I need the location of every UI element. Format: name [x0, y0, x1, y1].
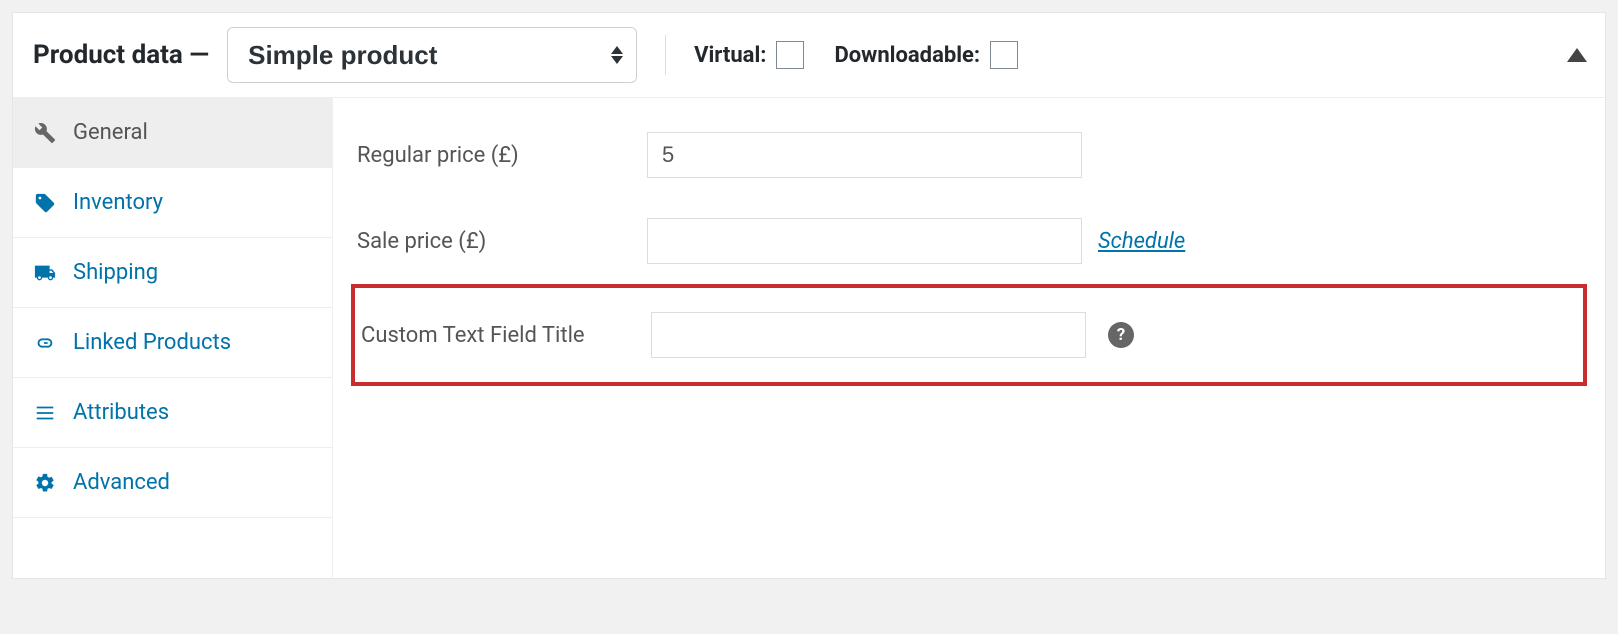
- panel-title: Product data —: [33, 40, 209, 70]
- product-type-select-wrap: Simple product: [227, 27, 637, 83]
- gear-icon: [33, 471, 57, 495]
- sale-price-aux: Schedule: [1098, 229, 1185, 254]
- custom-text-field-label: Custom Text Field Title: [361, 323, 651, 348]
- sidebar-item-shipping[interactable]: Shipping: [13, 238, 332, 308]
- downloadable-checkbox-group: Downloadable:: [834, 41, 1018, 69]
- general-tab-content: Regular price (£) Sale price (£) Schedul…: [333, 98, 1605, 578]
- virtual-label: Virtual:: [694, 43, 766, 68]
- truck-icon: [33, 261, 57, 285]
- list-icon: [33, 401, 57, 425]
- sale-price-row: Sale price (£) Schedule: [333, 198, 1605, 284]
- collapse-up-icon[interactable]: [1567, 48, 1587, 62]
- sidebar-item-label: Linked Products: [73, 330, 231, 355]
- custom-text-field-row: Custom Text Field Title ?: [355, 288, 1583, 382]
- regular-price-row: Regular price (£): [333, 112, 1605, 198]
- sale-price-label: Sale price (£): [357, 229, 647, 254]
- sidebar-item-linked-products[interactable]: Linked Products: [13, 308, 332, 378]
- wrench-icon: [33, 121, 57, 145]
- sidebar-item-label: Inventory: [73, 190, 163, 215]
- panel-body: General Inventory Shipping Linked Produc…: [13, 98, 1605, 578]
- sidebar-item-label: Shipping: [73, 260, 158, 285]
- downloadable-checkbox[interactable]: [990, 41, 1018, 69]
- downloadable-label: Downloadable:: [834, 43, 980, 68]
- schedule-link[interactable]: Schedule: [1098, 229, 1185, 254]
- custom-text-field-input[interactable]: [651, 312, 1086, 358]
- regular-price-input[interactable]: [647, 132, 1082, 178]
- sidebar-item-label: Attributes: [73, 400, 169, 425]
- sidebar-item-general[interactable]: General: [13, 98, 332, 168]
- virtual-checkbox-group: Virtual:: [694, 41, 804, 69]
- tag-icon: [33, 191, 57, 215]
- sidebar: General Inventory Shipping Linked Produc…: [13, 98, 333, 578]
- sidebar-item-inventory[interactable]: Inventory: [13, 168, 332, 238]
- sidebar-item-label: General: [73, 120, 148, 145]
- custom-field-highlight: Custom Text Field Title ?: [351, 284, 1587, 386]
- sale-price-input[interactable]: [647, 218, 1082, 264]
- sidebar-item-label: Advanced: [73, 470, 170, 495]
- link-icon: [33, 331, 57, 355]
- product-type-select[interactable]: Simple product: [227, 27, 637, 83]
- product-data-panel: Product data — Simple product Virtual: D…: [12, 12, 1606, 579]
- help-icon[interactable]: ?: [1108, 322, 1134, 348]
- panel-header: Product data — Simple product Virtual: D…: [13, 13, 1605, 98]
- sidebar-item-advanced[interactable]: Advanced: [13, 448, 332, 518]
- sidebar-item-attributes[interactable]: Attributes: [13, 378, 332, 448]
- virtual-checkbox[interactable]: [776, 41, 804, 69]
- header-divider: [665, 35, 666, 75]
- regular-price-label: Regular price (£): [357, 143, 647, 168]
